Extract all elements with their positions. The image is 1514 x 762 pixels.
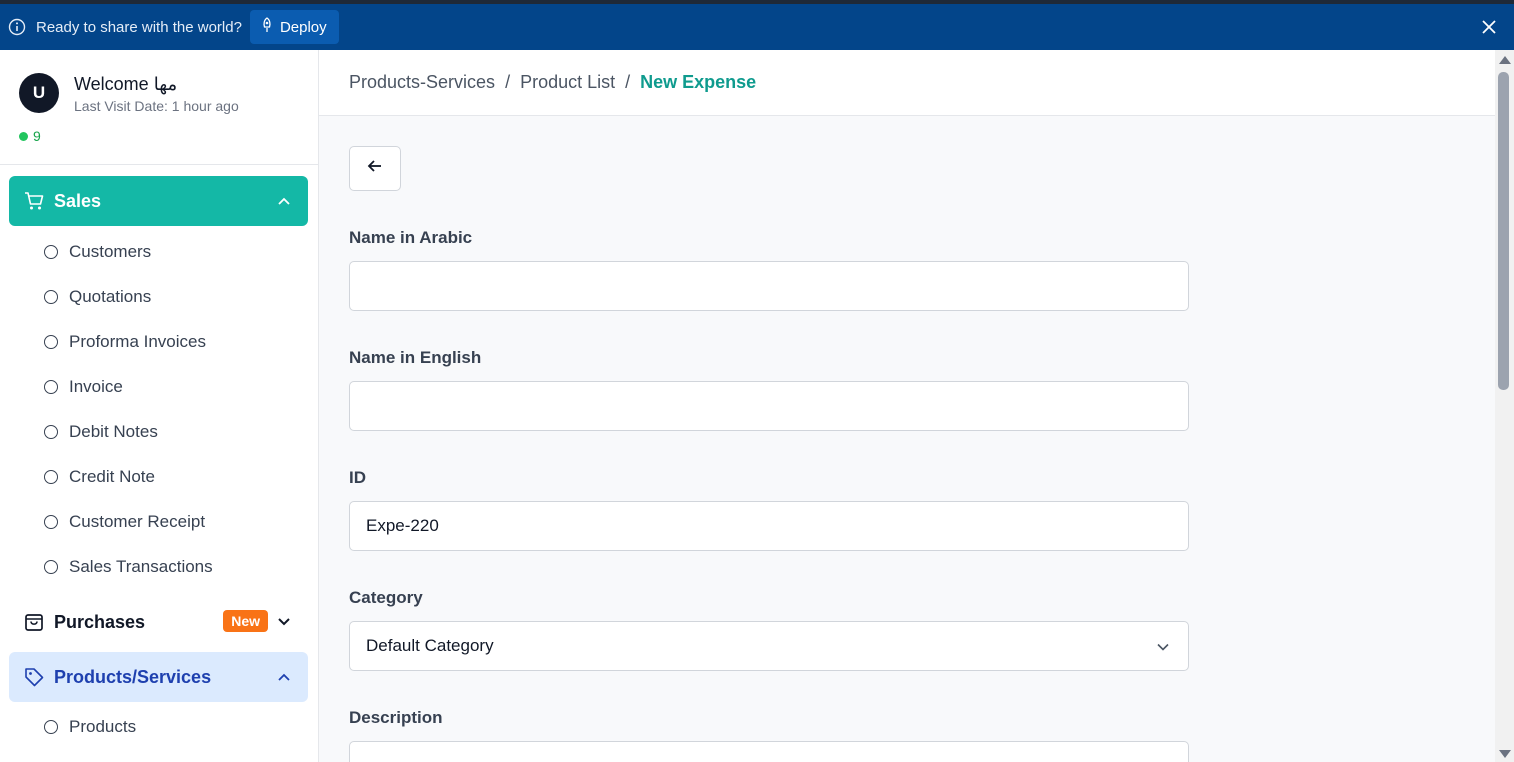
sidebar-item-label: Products [69, 717, 137, 736]
circle-icon [44, 290, 58, 304]
sidebar-item-debit-notes[interactable]: Debit Notes [44, 422, 158, 442]
id-input[interactable] [349, 501, 1189, 551]
sidebar-group-label: Products/Services [54, 666, 212, 687]
breadcrumb-current: New Expense [640, 72, 757, 92]
sidebar-item-proforma-invoices[interactable]: Proforma Invoices [44, 332, 206, 352]
online-count: 9 [33, 128, 41, 144]
name-arabic-label: Name in Arabic [349, 228, 473, 247]
category-label: Category [349, 588, 423, 607]
sidebar-group-label: Purchases [54, 611, 146, 632]
sidebar-item-label: Credit Note [69, 467, 155, 486]
sidebar-group-purchases[interactable]: Purchases New [9, 597, 308, 647]
circle-icon [44, 335, 58, 349]
circle-icon [44, 425, 58, 439]
scrollbar-thumb[interactable] [1498, 72, 1509, 390]
description-label: Description [349, 708, 443, 727]
chevron-down-icon [1156, 639, 1170, 653]
category-selected-value: Default Category [366, 636, 494, 655]
sidebar-item-label: Sales Transactions [69, 557, 213, 576]
sidebar-item-invoice[interactable]: Invoice [44, 377, 123, 397]
breadcrumb-separator: / [505, 72, 511, 92]
deploy-banner: Ready to share with the world? Deploy [0, 4, 1514, 50]
breadcrumb-item-products-services[interactable]: Products-Services [349, 72, 495, 93]
description-input[interactable] [349, 741, 1189, 762]
circle-icon [44, 720, 58, 734]
new-badge: New [223, 610, 268, 632]
scroll-down-arrow-icon[interactable] [1499, 750, 1511, 758]
sidebar: U Welcome مها Last Visit Date: 1 hour ag… [0, 50, 319, 762]
circle-icon [44, 560, 58, 574]
banner-message: Ready to share with the world? [36, 18, 242, 36]
sidebar-item-customer-receipt[interactable]: Customer Receipt [44, 512, 205, 532]
info-icon [8, 18, 26, 36]
category-select[interactable]: Default Category [349, 621, 1189, 671]
sidebar-item-customers[interactable]: Customers [44, 242, 151, 262]
chevron-up-icon [276, 193, 292, 209]
last-visit-text: Last Visit Date: 1 hour ago [74, 98, 239, 114]
id-label: ID [349, 468, 366, 487]
sidebar-item-credit-note[interactable]: Credit Note [44, 467, 155, 487]
name-arabic-input[interactable] [349, 261, 1189, 311]
sidebar-item-label: Invoice [69, 377, 123, 396]
rocket-icon [260, 17, 274, 37]
deploy-label: Deploy [279, 18, 327, 36]
tag-icon [23, 666, 45, 688]
breadcrumb-separator: / [625, 72, 631, 92]
cart-icon [23, 190, 45, 212]
deploy-button[interactable]: Deploy [249, 10, 339, 44]
sidebar-item-label: Debit Notes [69, 422, 158, 441]
circle-icon [44, 380, 58, 394]
back-button[interactable] [349, 146, 401, 191]
main-content: Products-Services / Product List / New E… [319, 50, 1495, 762]
chevron-down-icon [276, 614, 292, 630]
scrollbar[interactable] [1495, 50, 1514, 762]
user-panel: U Welcome مها Last Visit Date: 1 hour ag… [0, 50, 318, 165]
name-english-label: Name in English [349, 348, 482, 367]
sidebar-item-label: Quotations [69, 287, 152, 306]
sidebar-item-products[interactable]: Products [44, 717, 136, 737]
sidebar-item-sales-transactions[interactable]: Sales Transactions [44, 557, 213, 577]
online-dot-icon [19, 131, 28, 141]
chevron-up-icon [276, 669, 292, 685]
sidebar-group-products-services[interactable]: Products/Services [9, 652, 308, 702]
sidebar-item-label: Customer Receipt [69, 512, 206, 531]
scroll-up-arrow-icon[interactable] [1499, 56, 1511, 64]
sidebar-group-label: Sales [54, 190, 102, 211]
breadcrumb-item-product-list[interactable]: Product List [520, 72, 615, 93]
circle-icon [44, 515, 58, 529]
online-status: 9 [19, 128, 41, 144]
sidebar-item-label: Proforma Invoices [69, 332, 206, 351]
circle-icon [44, 470, 58, 484]
close-icon[interactable] [1480, 18, 1498, 36]
arrow-left-icon [366, 157, 384, 180]
bag-icon [23, 611, 45, 633]
sidebar-group-sales[interactable]: Sales [9, 176, 308, 226]
avatar[interactable]: U [19, 73, 59, 113]
name-english-input[interactable] [349, 381, 1189, 431]
welcome-text: Welcome مها [74, 74, 178, 94]
circle-icon [44, 245, 58, 259]
sidebar-item-quotations[interactable]: Quotations [44, 287, 151, 307]
sidebar-item-label: Customers [69, 242, 152, 261]
breadcrumb: Products-Services / Product List / New E… [319, 50, 1495, 116]
